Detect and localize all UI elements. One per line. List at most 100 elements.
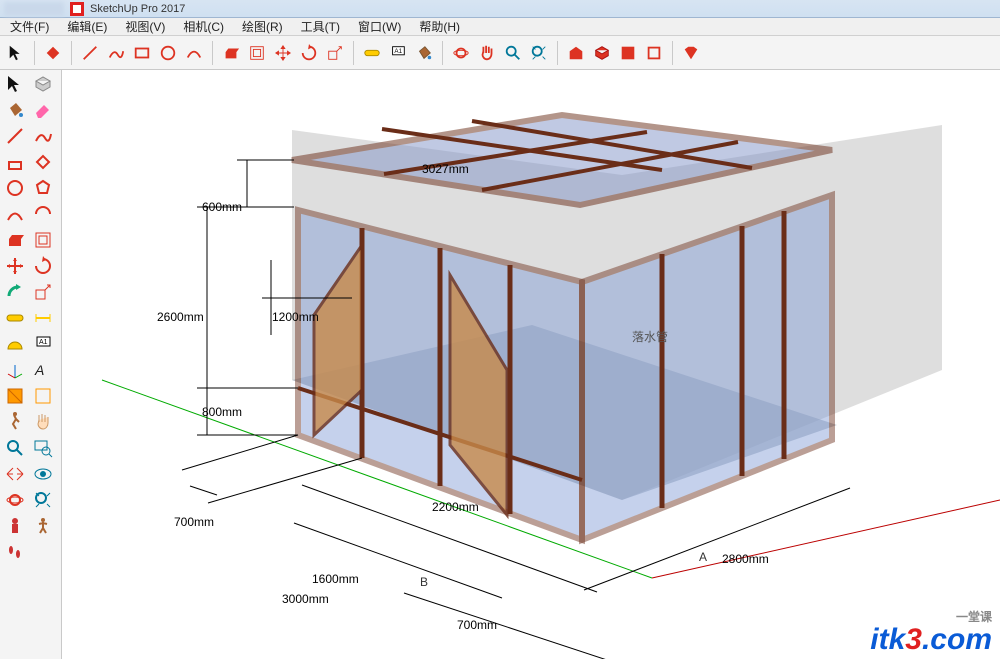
menu-file[interactable]: 文件(F)	[4, 18, 55, 35]
freehand-icon[interactable]	[30, 124, 56, 148]
section-icon[interactable]	[2, 384, 28, 408]
push-pull-icon[interactable]	[2, 228, 28, 252]
model-drawing	[62, 70, 1000, 659]
move-icon[interactable]	[2, 254, 28, 278]
follow-me-icon[interactable]	[2, 280, 28, 304]
dim-3000: 3000mm	[282, 592, 329, 606]
dim-2800: 2800mm	[722, 552, 769, 566]
tape-icon[interactable]	[2, 306, 28, 330]
dim-700b: 700mm	[457, 618, 497, 632]
dim-800: 800mm	[202, 405, 242, 419]
svg-text:A: A	[34, 362, 44, 378]
select-tool-icon[interactable]	[6, 43, 26, 63]
eraser-icon[interactable]	[30, 98, 56, 122]
orbit-icon[interactable]	[2, 488, 28, 512]
watermark: 一堂课 itk3.com	[870, 608, 992, 655]
look-around-icon[interactable]	[30, 462, 56, 486]
toolbar-separator	[557, 41, 558, 65]
paint-bucket-icon[interactable]	[2, 98, 28, 122]
menu-tools[interactable]: 工具(T)	[295, 18, 346, 35]
left-toolbox: A1 A	[0, 70, 62, 659]
pencil-icon[interactable]	[2, 124, 28, 148]
svg-text:A1: A1	[39, 339, 48, 346]
zoom-extents-icon[interactable]	[529, 43, 549, 63]
dim-1200: 1200mm	[272, 310, 319, 324]
arc-icon[interactable]	[2, 202, 28, 226]
zoom-extents-icon[interactable]	[30, 488, 56, 512]
blurred-region	[4, 2, 64, 16]
zoom-window-icon[interactable]	[30, 436, 56, 460]
offset-icon[interactable]	[30, 228, 56, 252]
footprints-icon[interactable]	[2, 540, 28, 564]
menu-edit[interactable]: 编辑(E)	[61, 18, 113, 35]
zoom-icon[interactable]	[2, 436, 28, 460]
line-icon[interactable]	[80, 43, 100, 63]
component-tool-icon[interactable]	[30, 72, 56, 96]
title-bar: SketchUp Pro 2017	[0, 0, 1000, 18]
dim-3027: 3027mm	[422, 162, 469, 176]
menu-camera[interactable]: 相机(C)	[177, 18, 230, 35]
paint-icon[interactable]	[43, 43, 63, 63]
paint-bucket-icon[interactable]	[414, 43, 434, 63]
hand-icon[interactable]	[30, 410, 56, 434]
warehouse-icon[interactable]	[566, 43, 586, 63]
menu-help[interactable]: 帮助(H)	[413, 18, 466, 35]
app-title: SketchUp Pro 2017	[90, 3, 185, 15]
marker-b: B	[420, 575, 428, 589]
circle-icon[interactable]	[2, 176, 28, 200]
ruby-icon[interactable]	[681, 43, 701, 63]
menu-draw[interactable]: 绘图(R)	[236, 18, 289, 35]
arc-icon[interactable]	[184, 43, 204, 63]
orbit-icon[interactable]	[451, 43, 471, 63]
select-tool-icon[interactable]	[2, 72, 28, 96]
scale-icon[interactable]	[325, 43, 345, 63]
scale-icon[interactable]	[30, 280, 56, 304]
annotation-downpipe: 落水管	[632, 328, 668, 345]
toolbar-separator	[672, 41, 673, 65]
circle-icon[interactable]	[158, 43, 178, 63]
person-icon[interactable]	[2, 514, 28, 538]
toolbar-separator	[212, 41, 213, 65]
pan-icon[interactable]	[477, 43, 497, 63]
toolbar-separator	[34, 41, 35, 65]
pose-icon[interactable]	[30, 514, 56, 538]
rotate-icon[interactable]	[30, 254, 56, 278]
menu-view[interactable]: 视图(V)	[119, 18, 171, 35]
move-icon[interactable]	[273, 43, 293, 63]
extensions-icon[interactable]	[644, 43, 664, 63]
rectangle-icon[interactable]	[132, 43, 152, 63]
marker-a: A	[699, 550, 707, 564]
axes-icon[interactable]	[2, 358, 28, 382]
tape-icon[interactable]	[362, 43, 382, 63]
rect-rotated-icon[interactable]	[30, 150, 56, 174]
polygon-icon[interactable]	[30, 176, 56, 200]
offset-icon[interactable]	[247, 43, 267, 63]
toolbar-separator	[442, 41, 443, 65]
position-camera-icon[interactable]	[2, 462, 28, 486]
arc2-icon[interactable]	[30, 202, 56, 226]
walk-icon[interactable]	[2, 410, 28, 434]
toolbar-separator	[71, 41, 72, 65]
work-area: A1 A	[0, 70, 1000, 659]
dim-2200: 2200mm	[432, 500, 479, 514]
layout-icon[interactable]	[618, 43, 638, 63]
top-toolbar: A1	[0, 36, 1000, 70]
text-icon[interactable]: A1	[30, 332, 56, 356]
dimension-icon[interactable]	[30, 306, 56, 330]
3dtext-icon[interactable]: A	[30, 358, 56, 382]
zoom-icon[interactable]	[503, 43, 523, 63]
freehand-icon[interactable]	[106, 43, 126, 63]
text-icon[interactable]: A1	[388, 43, 408, 63]
dim-2600: 2600mm	[157, 310, 204, 324]
protractor-icon[interactable]	[2, 332, 28, 356]
model-viewport[interactable]: 3027mm 600mm 2600mm 1200mm 800mm 2200mm …	[62, 70, 1000, 659]
rotate-icon[interactable]	[299, 43, 319, 63]
component-icon[interactable]	[592, 43, 612, 63]
section-display-icon[interactable]	[30, 384, 56, 408]
menu-bar: 文件(F) 编辑(E) 视图(V) 相机(C) 绘图(R) 工具(T) 窗口(W…	[0, 18, 1000, 36]
push-pull-icon[interactable]	[221, 43, 241, 63]
rectangle-icon[interactable]	[2, 150, 28, 174]
dim-700a: 700mm	[174, 515, 214, 529]
menu-window[interactable]: 窗口(W)	[352, 18, 407, 35]
toolbar-separator	[353, 41, 354, 65]
